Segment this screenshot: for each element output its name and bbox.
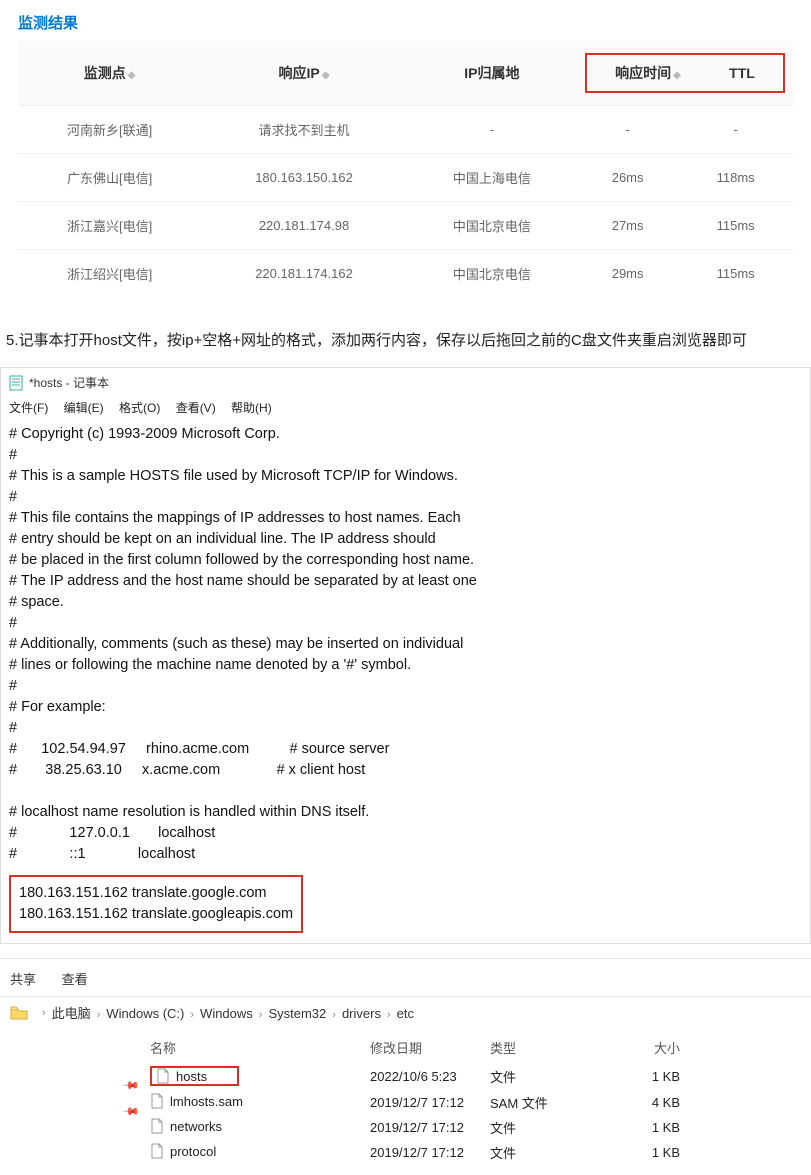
file-type: 文件 <box>490 1143 600 1162</box>
cell-node: 浙江绍兴[电信] <box>18 250 201 298</box>
cell-ip[interactable]: 220.181.174.98 <box>201 202 407 250</box>
table-row: 广东佛山[电信]180.163.150.162中国上海电信26ms118ms <box>18 154 793 202</box>
notepad-body[interactable]: # Copyright (c) 1993-2009 Microsoft Corp… <box>1 420 810 943</box>
table-row: 浙江嘉兴[电信]220.181.174.98中国北京电信27ms115ms <box>18 202 793 250</box>
file-type: 文件 <box>490 1067 600 1086</box>
cell-location: - <box>407 106 577 154</box>
file-row[interactable]: 📌hosts2022/10/6 5:23文件1 KB <box>150 1063 811 1090</box>
chevron-icon: › <box>190 1009 194 1021</box>
th-time[interactable]: 响应时间◆ <box>615 63 681 83</box>
explorer-window: 共享 查看 › 此电脑 › Windows (C:) › Windows › System3… <box>0 958 811 1175</box>
cell-location: 中国北京电信 <box>407 202 577 250</box>
cell-time: 26ms <box>577 154 678 202</box>
file-row[interactable]: protocol2019/12/7 17:12文件1 KB <box>150 1140 811 1165</box>
notepad-menu: 文件(F) 编辑(E) 格式(O) 查看(V) 帮助(H) <box>1 397 810 420</box>
notepad-window: *hosts - 记事本 文件(F) 编辑(E) 格式(O) 查看(V) 帮助(… <box>0 367 811 944</box>
chevron-icon: › <box>97 1009 101 1021</box>
cell-ttl: 115ms <box>678 250 793 298</box>
file-icon <box>156 1068 170 1084</box>
cell-ip: 请求找不到主机 <box>201 106 407 154</box>
file-icon <box>150 1143 164 1159</box>
pin-icon: 📌 <box>121 1102 140 1121</box>
toolbar-view[interactable]: 查看 <box>62 972 88 987</box>
cell-location: 中国上海电信 <box>407 154 577 202</box>
cell-ttl: 115ms <box>678 202 793 250</box>
breadcrumb-segment[interactable]: Windows (C:) <box>106 1006 184 1021</box>
col-type[interactable]: 类型 <box>490 1038 600 1057</box>
file-row[interactable]: 📌lmhosts.sam2019/12/7 17:12SAM 文件4 KB <box>150 1090 811 1115</box>
menu-help[interactable]: 帮助(H) <box>231 401 272 415</box>
sort-icon: ◆ <box>673 70 681 81</box>
th-time-ttl-group: 响应时间◆ TTL <box>577 41 793 106</box>
cell-ttl: - <box>678 106 793 154</box>
file-size: 4 KB <box>600 1095 680 1110</box>
breadcrumb-segment[interactable]: 此电脑 <box>52 1006 91 1021</box>
th-ip[interactable]: 响应IP◆ <box>201 41 407 106</box>
menu-view[interactable]: 查看(V) <box>176 401 216 415</box>
explorer-toolbar: 共享 查看 <box>0 965 811 996</box>
menu-file[interactable]: 文件(F) <box>9 401 48 415</box>
th-ttl: TTL <box>729 65 755 81</box>
file-name: protocol <box>150 1143 370 1162</box>
chevron-icon: › <box>42 1007 46 1019</box>
sort-icon: ◆ <box>128 70 136 81</box>
file-name: hosts <box>150 1066 370 1087</box>
cell-node: 河南新乡[联通] <box>18 106 201 154</box>
notepad-titlebar: *hosts - 记事本 <box>1 368 810 397</box>
breadcrumb-segment[interactable]: drivers <box>342 1006 381 1021</box>
chevron-icon: › <box>259 1009 263 1021</box>
toolbar-share[interactable]: 共享 <box>10 972 36 987</box>
file-size: 1 KB <box>600 1120 680 1135</box>
folder-icon <box>10 1006 28 1020</box>
file-size: 1 KB <box>600 1145 680 1160</box>
pin-icon: 📌 <box>121 1076 140 1095</box>
file-date: 2019/12/7 17:12 <box>370 1095 490 1110</box>
th-location: IP归属地 <box>407 41 577 106</box>
cell-ip[interactable]: 220.181.174.162 <box>201 250 407 298</box>
cell-time: - <box>577 106 678 154</box>
breadcrumb-segment[interactable]: Windows <box>200 1006 253 1021</box>
file-name: networks <box>150 1118 370 1137</box>
file-size: 1 KB <box>600 1069 680 1084</box>
file-row[interactable]: networks2019/12/7 17:12文件1 KB <box>150 1115 811 1140</box>
chevron-icon: › <box>387 1009 391 1021</box>
file-name: lmhosts.sam <box>150 1093 370 1112</box>
table-row: 浙江绍兴[电信]220.181.174.162中国北京电信29ms115ms <box>18 250 793 298</box>
file-type: 文件 <box>490 1118 600 1137</box>
file-date: 2019/12/7 17:12 <box>370 1145 490 1160</box>
breadcrumb-segment[interactable]: etc <box>397 1006 414 1021</box>
table-row: 河南新乡[联通]请求找不到主机--- <box>18 106 793 154</box>
cell-node: 广东佛山[电信] <box>18 154 201 202</box>
monitor-table: 监测点◆ 响应IP◆ IP归属地 响应时间◆ TTL 河南新乡[联通]请求找不到… <box>18 41 793 297</box>
notepad-icon <box>9 375 23 391</box>
file-date: 2022/10/6 5:23 <box>370 1069 490 1084</box>
col-name[interactable]: 名称 <box>150 1038 370 1057</box>
file-icon <box>150 1093 164 1109</box>
section-title: 监测结果 <box>18 0 793 41</box>
th-node[interactable]: 监测点◆ <box>18 41 201 106</box>
explorer-file-list: 名称 修改日期 类型 大小 📌hosts2022/10/6 5:23文件1 KB… <box>0 1028 811 1175</box>
breadcrumb-segment[interactable]: System32 <box>268 1006 326 1021</box>
explorer-breadcrumb[interactable]: › 此电脑 › Windows (C:) › Windows › System32 › driv… <box>0 996 811 1028</box>
cell-time: 27ms <box>577 202 678 250</box>
file-icon <box>150 1118 164 1134</box>
col-size[interactable]: 大小 <box>600 1038 680 1057</box>
menu-format[interactable]: 格式(O) <box>119 401 160 415</box>
cell-node: 浙江嘉兴[电信] <box>18 202 201 250</box>
menu-edit[interactable]: 编辑(E) <box>64 401 104 415</box>
hosts-added-lines: 180.163.151.162 translate.google.com 180… <box>9 875 303 933</box>
cell-location: 中国北京电信 <box>407 250 577 298</box>
explorer-columns: 名称 修改日期 类型 大小 <box>150 1032 811 1063</box>
sort-icon: ◆ <box>322 70 330 81</box>
notepad-title-text: *hosts - 记事本 <box>29 374 109 391</box>
step-5-text: 5.记事本打开host文件，按ip+空格+网址的格式，添加两行内容，保存以后拖回… <box>0 315 811 367</box>
cell-ip[interactable]: 180.163.150.162 <box>201 154 407 202</box>
cell-time: 29ms <box>577 250 678 298</box>
col-date[interactable]: 修改日期 <box>370 1038 490 1057</box>
file-type: SAM 文件 <box>490 1093 600 1112</box>
chevron-icon: › <box>332 1009 336 1021</box>
cell-ttl: 118ms <box>678 154 793 202</box>
file-date: 2019/12/7 17:12 <box>370 1120 490 1135</box>
